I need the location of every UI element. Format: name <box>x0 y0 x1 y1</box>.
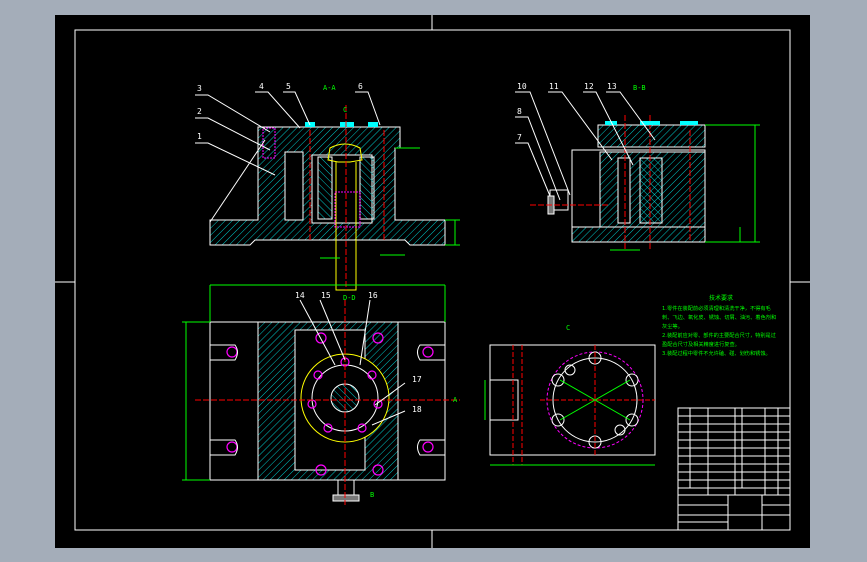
part-label-12: 12 <box>584 82 594 91</box>
part-label-14: 14 <box>295 291 305 300</box>
section-title-d-d: D-D <box>343 294 356 302</box>
part-label-15: 15 <box>321 291 331 300</box>
part-label-18: 18 <box>412 405 422 414</box>
requirement-2: 2.装配前应对零、部件的主要配合尺寸，特别是过盈配合尺寸及相关精度进行复查。 <box>662 333 776 348</box>
part-label-1: 1 <box>197 132 202 141</box>
technical-requirements: 技术要求 1.零件在装配前必须清理和清洗干净，不得有毛刺、飞边、氧化皮、锈蚀、切… <box>662 294 780 359</box>
part-label-3: 3 <box>197 84 202 93</box>
part-label-16: 16 <box>368 291 378 300</box>
view-c-marker: C <box>343 106 347 114</box>
view-title-c: C <box>566 324 570 332</box>
section-mark-b: B <box>370 491 374 499</box>
bottom-view-c <box>484 344 656 466</box>
section-title-b-b: B-B <box>633 84 646 92</box>
part-label-2: 2 <box>197 107 202 116</box>
requirement-1: 1.零件在装配前必须清理和清洗干净，不得有毛刺、飞边、氧化皮、锈蚀、切屑、油污、… <box>662 306 777 330</box>
side-section-view <box>515 91 760 251</box>
part-label-7: 7 <box>517 133 522 142</box>
part-label-11: 11 <box>549 82 559 91</box>
front-section-view <box>195 91 460 291</box>
section-mark-a: A <box>453 396 458 404</box>
part-label-10: 10 <box>517 82 527 91</box>
part-label-8: 8 <box>517 107 522 116</box>
cad-drawing: 3 2 1 4 5 6 A-A C 10 8 7 11 12 13 B-B 14… <box>55 15 810 548</box>
plan-section-view <box>182 284 460 505</box>
section-title-a-a: A-A <box>323 84 336 92</box>
part-label-13: 13 <box>607 82 617 91</box>
technical-requirements-title: 技术要求 <box>708 295 733 302</box>
requirement-3: 3.装配过程中零件不允许磕、碰、划伤和锈蚀。 <box>662 351 771 357</box>
part-label-4: 4 <box>259 82 264 91</box>
part-label-5: 5 <box>286 82 291 91</box>
part-label-6: 6 <box>358 82 363 91</box>
center-marks <box>55 15 810 548</box>
title-block <box>677 407 791 531</box>
part-label-17: 17 <box>412 375 422 384</box>
